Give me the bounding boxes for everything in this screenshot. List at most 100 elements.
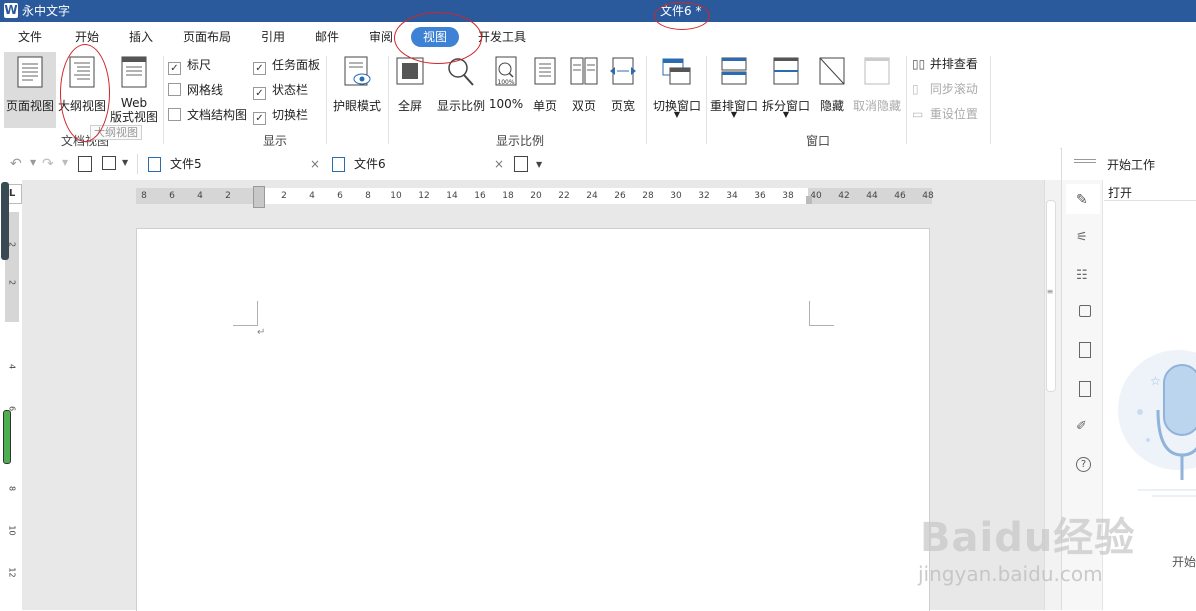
- ruler-number: 24: [586, 191, 598, 201]
- web-view-label-2: 版式视图: [109, 110, 158, 124]
- split-window-icon: [773, 57, 799, 85]
- indent-marker-handle[interactable]: [253, 186, 265, 208]
- edit-note-icon[interactable]: ✐: [1076, 419, 1092, 435]
- unhide-window-icon: [864, 57, 890, 85]
- save-icon[interactable]: [102, 156, 116, 170]
- ruler-number: 2: [281, 191, 287, 201]
- open-link[interactable]: 打开: [1108, 184, 1132, 201]
- ruler-number: 26: [614, 191, 626, 201]
- menu-references[interactable]: 引用: [261, 22, 285, 50]
- outline-view-tooltip: 大纲视图: [90, 125, 142, 140]
- doc-map-checkbox-label: 文档结构图: [187, 108, 248, 122]
- outline-view-label: 大纲视图: [58, 99, 107, 113]
- left-side-handle-green[interactable]: [3, 410, 11, 464]
- menu-page-layout[interactable]: 页面布局: [183, 22, 231, 50]
- status-bar-checkbox[interactable]: ✓ 状态栏: [253, 81, 308, 100]
- structure-icon[interactable]: ☷: [1076, 268, 1092, 284]
- app-name: 永中文字: [22, 4, 71, 18]
- sync-scroll-button[interactable]: ▯ 同步滚动: [912, 80, 978, 98]
- ruler-number: 18: [502, 191, 514, 201]
- ruler-number: 46: [894, 191, 906, 201]
- undo-icon[interactable]: ↶: [10, 156, 22, 172]
- split-window-button[interactable]: 拆分窗口 ▼: [761, 52, 811, 128]
- lock-icon[interactable]: [1079, 305, 1091, 317]
- task-pane-checkbox[interactable]: ✓ 任务面板: [253, 56, 320, 75]
- ruler-number: 10: [390, 191, 402, 201]
- web-view-label-1: Web: [120, 96, 148, 110]
- doc-map-checkbox[interactable]: 文档结构图: [168, 106, 247, 124]
- rearrange-window-button[interactable]: 重排窗口 ▼: [709, 52, 759, 128]
- tab-doc5-label: 文件5: [170, 157, 202, 171]
- copy-icon[interactable]: [1079, 381, 1091, 397]
- menu-review[interactable]: 审阅: [369, 22, 393, 50]
- menu-developer[interactable]: 开发工具: [478, 22, 526, 50]
- chevron-down-icon[interactable]: ▼: [536, 160, 542, 169]
- ruler-number: 4: [309, 191, 315, 201]
- ruler-number: 20: [530, 191, 542, 201]
- task-pane-menu-icon[interactable]: [1074, 159, 1096, 163]
- checkbox-checked-icon: ✓: [253, 62, 266, 75]
- page-view-button[interactable]: 页面视图: [4, 52, 56, 128]
- clipboard-icon[interactable]: [1079, 342, 1091, 358]
- eye-mode-icon: [344, 56, 371, 86]
- ruler-checkbox-label: 标尺: [187, 58, 212, 72]
- hide-window-icon: [819, 57, 845, 85]
- eye-mode-button[interactable]: 护眼模式: [330, 52, 384, 128]
- zoom-ratio-button[interactable]: 显示比例: [434, 52, 488, 128]
- left-side-handle[interactable]: [1, 182, 9, 260]
- single-page-button[interactable]: 单页: [528, 52, 562, 128]
- chevron-down-icon[interactable]: ▼: [30, 158, 36, 167]
- ruler-number: 32: [698, 191, 710, 201]
- menu-file[interactable]: 文件: [18, 22, 42, 50]
- single-page-label: 单页: [532, 99, 557, 113]
- checkbox-checked-icon: ✓: [253, 87, 266, 100]
- menu-view[interactable]: 视图: [411, 27, 460, 47]
- title-bar: W 永中文字 文件6 *: [0, 0, 1196, 22]
- ruler-number: 8: [7, 485, 17, 492]
- ruler-number: 8: [365, 191, 371, 201]
- chevron-down-icon[interactable]: ▼: [62, 158, 68, 167]
- menu-home[interactable]: 开始: [75, 22, 99, 50]
- unhide-window-button[interactable]: 取消隐藏: [851, 52, 903, 128]
- tab-doc6[interactable]: 文件6 ×: [324, 148, 506, 182]
- document-tab-bar: ↶ ▼ ↷ ▼ ▼ 文件5 × 文件6 × ▼: [0, 148, 1060, 182]
- switch-bar-checkbox[interactable]: ✓ 切换栏: [253, 106, 308, 125]
- ribbon-separator: [163, 56, 164, 144]
- tab-doc5[interactable]: 文件5 ×: [148, 148, 324, 180]
- menu-mailings[interactable]: 邮件: [315, 22, 339, 50]
- ribbon-separator: [326, 56, 327, 144]
- side-by-side-button[interactable]: ▯▯ 并排查看: [912, 55, 978, 73]
- svg-text:☆: ☆: [1150, 374, 1161, 388]
- print-preview-icon[interactable]: [78, 156, 92, 172]
- zoom-100-button[interactable]: 100% 100%: [488, 52, 524, 128]
- group-label-window: 窗口: [805, 134, 830, 148]
- switch-window-button[interactable]: 切换窗口 ▼: [650, 52, 704, 128]
- hide-window-button[interactable]: 隐藏: [815, 52, 849, 128]
- help-icon[interactable]: ?: [1076, 457, 1091, 472]
- settings-sliders-icon[interactable]: ⚟: [1076, 230, 1092, 246]
- ruler-checkbox[interactable]: ✓ 标尺: [168, 56, 212, 75]
- ruler-number: 48: [922, 191, 934, 201]
- right-indent-marker[interactable]: [806, 196, 812, 204]
- ruler-number: 34: [726, 191, 738, 201]
- reset-position-label: 重设位置: [929, 107, 978, 121]
- close-icon[interactable]: ×: [310, 148, 320, 180]
- chevron-down-icon[interactable]: ▼: [122, 158, 128, 167]
- redo-icon[interactable]: ↷: [42, 156, 54, 172]
- page-width-icon: [610, 57, 636, 85]
- menu-insert[interactable]: 插入: [129, 22, 153, 50]
- outline-view-button[interactable]: 大纲视图: [58, 52, 106, 128]
- page-width-button[interactable]: 页宽: [606, 52, 640, 128]
- close-icon[interactable]: ×: [494, 148, 504, 180]
- checkbox-unchecked-icon: [168, 108, 181, 121]
- document-page[interactable]: ↵: [136, 228, 930, 611]
- watermark-brand: Baidu经验: [920, 515, 1136, 561]
- full-screen-button[interactable]: 全屏: [392, 52, 428, 128]
- new-document-icon[interactable]: [514, 156, 528, 172]
- gridlines-checkbox[interactable]: 网格线: [168, 81, 223, 99]
- web-view-button[interactable]: Web 版式视图: [108, 52, 160, 128]
- pencil-icon[interactable]: ✎: [1076, 192, 1092, 208]
- double-page-button[interactable]: 双页: [566, 52, 602, 128]
- side-by-side-label: 并排查看: [929, 57, 978, 71]
- reset-position-button[interactable]: ▭ 重设位置: [912, 105, 978, 123]
